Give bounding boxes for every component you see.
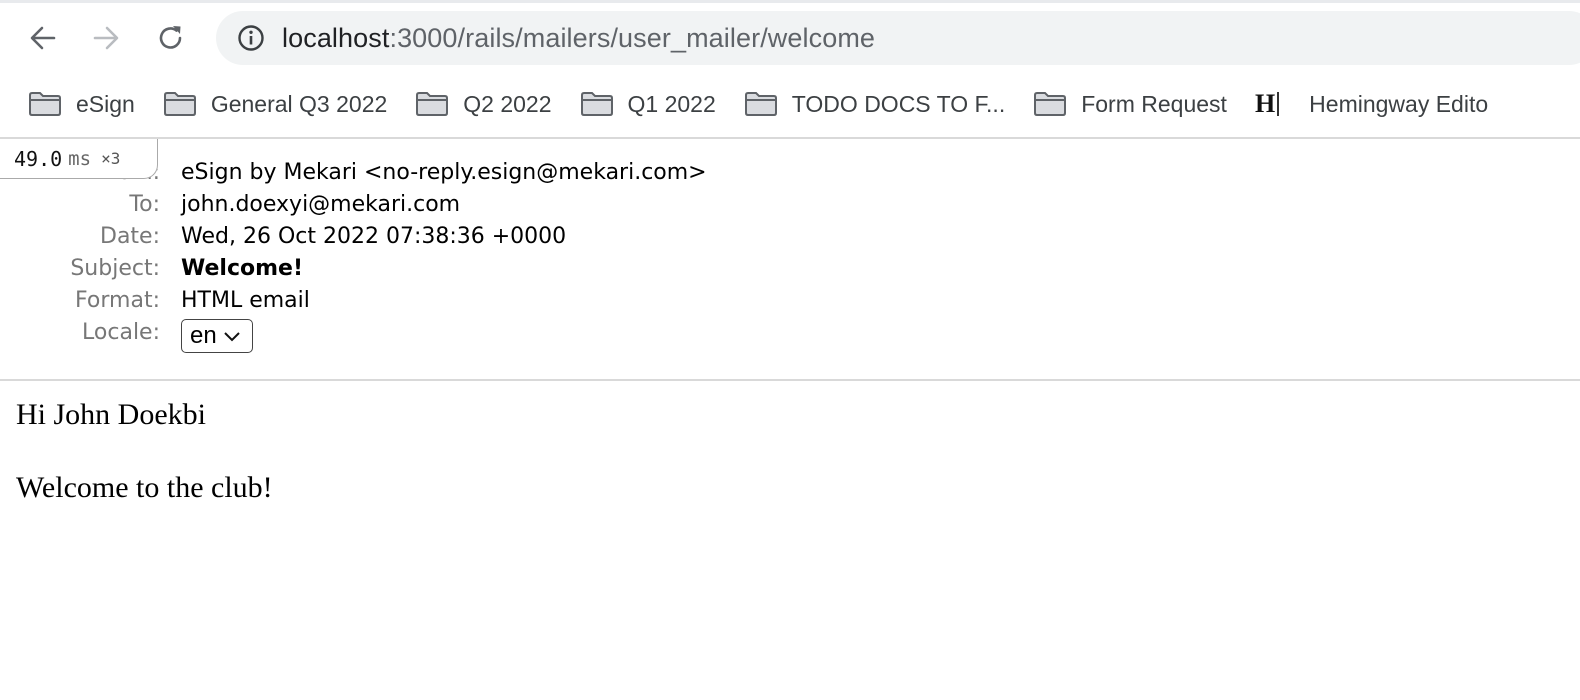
header-row-date: Date: Wed, 26 Oct 2022 07:38:36 +0000 xyxy=(0,221,1580,253)
folder-icon xyxy=(580,90,614,118)
to-value: john.doexyi@mekari.com xyxy=(181,192,461,217)
folder-icon xyxy=(1033,90,1067,118)
locale-select[interactable]: en xyxy=(181,319,253,353)
subject-value: Welcome! xyxy=(181,256,303,281)
bookmark-label: Form Request xyxy=(1081,90,1227,117)
date-label: Date: xyxy=(100,224,160,249)
bookmark-q2-2022[interactable]: Q2 2022 xyxy=(401,81,565,127)
bookmark-form-request[interactable]: Form Request xyxy=(1019,81,1241,127)
email-message: Welcome to the club! xyxy=(16,471,273,504)
mailer-preview: 49.0 ms ×3 From: eSign by Mekari <no-rep… xyxy=(0,139,1580,700)
profiler-count: ×3 xyxy=(101,149,121,168)
locale-selected-value: en xyxy=(190,322,217,349)
bookmark-label: Q1 2022 xyxy=(627,90,716,117)
back-arrow-icon xyxy=(30,26,56,50)
bookmark-label: Hemingway Edito xyxy=(1309,90,1489,117)
header-row-to: To: john.doexyi@mekari.com xyxy=(0,189,1580,221)
folder-icon xyxy=(163,90,197,118)
hemingway-icon: H xyxy=(1255,89,1280,119)
preview-divider xyxy=(0,379,1580,381)
bookmark-todo-docs[interactable]: TODO DOCS TO F... xyxy=(730,81,1019,127)
from-value: eSign by Mekari <no-reply.esign@mekari.c… xyxy=(181,160,707,185)
bookmark-hemingway-editor[interactable]: H Hemingway Edito xyxy=(1241,81,1502,127)
email-greeting: Hi John Doekbi xyxy=(16,398,206,431)
chevron-down-icon xyxy=(223,330,241,342)
rack-mini-profiler-badge[interactable]: 49.0 ms ×3 xyxy=(0,139,158,179)
bookmark-general-q3-2022[interactable]: General Q3 2022 xyxy=(149,81,401,127)
forward-button[interactable] xyxy=(86,18,126,58)
format-label: Format: xyxy=(75,288,160,313)
forward-arrow-icon xyxy=(93,26,119,50)
subject-label: Subject: xyxy=(70,256,160,281)
browser-toolbar: localhost:3000/rails/mailers/user_mailer… xyxy=(0,3,1580,73)
folder-icon xyxy=(744,90,778,118)
bookmark-label: eSign xyxy=(76,90,135,117)
address-bar[interactable]: localhost:3000/rails/mailers/user_mailer… xyxy=(216,11,1580,65)
bookmark-label: Q2 2022 xyxy=(463,90,552,117)
email-body: Hi John Doekbi Welcome to the club! xyxy=(16,395,273,508)
bookmark-q1-2022[interactable]: Q1 2022 xyxy=(566,81,730,127)
url-path: :3000/rails/mailers/user_mailer/welcome xyxy=(389,22,876,53)
folder-icon xyxy=(28,90,62,118)
header-row-format: Format: HTML email xyxy=(0,285,1580,317)
header-row-from: From: eSign by Mekari <no-reply.esign@me… xyxy=(0,157,1580,189)
mail-headers: From: eSign by Mekari <no-reply.esign@me… xyxy=(0,157,1580,353)
header-row-locale: Locale: en xyxy=(0,317,1580,353)
bookmarks-bar: eSign General Q3 2022 Q2 2022 Q1 2022 TO… xyxy=(0,73,1580,135)
bookmark-label: TODO DOCS TO F... xyxy=(791,90,1006,117)
header-row-subject: Subject: Welcome! xyxy=(0,253,1580,285)
bookmark-esign[interactable]: eSign xyxy=(14,81,149,127)
profiler-time: 49.0 xyxy=(14,146,63,171)
profiler-unit: ms xyxy=(68,147,92,170)
reload-button[interactable] xyxy=(151,18,191,58)
bookmark-label: General Q3 2022 xyxy=(210,90,388,117)
reload-icon xyxy=(159,26,182,49)
back-button[interactable] xyxy=(23,18,63,58)
to-label: To: xyxy=(129,192,160,217)
locale-label: Locale: xyxy=(82,320,160,345)
url-host: localhost xyxy=(282,22,390,53)
info-icon[interactable] xyxy=(236,23,266,53)
date-value: Wed, 26 Oct 2022 07:38:36 +0000 xyxy=(181,224,567,249)
format-value: HTML email xyxy=(181,288,310,313)
folder-icon xyxy=(415,90,449,118)
url-text[interactable]: localhost:3000/rails/mailers/user_mailer… xyxy=(282,23,875,54)
